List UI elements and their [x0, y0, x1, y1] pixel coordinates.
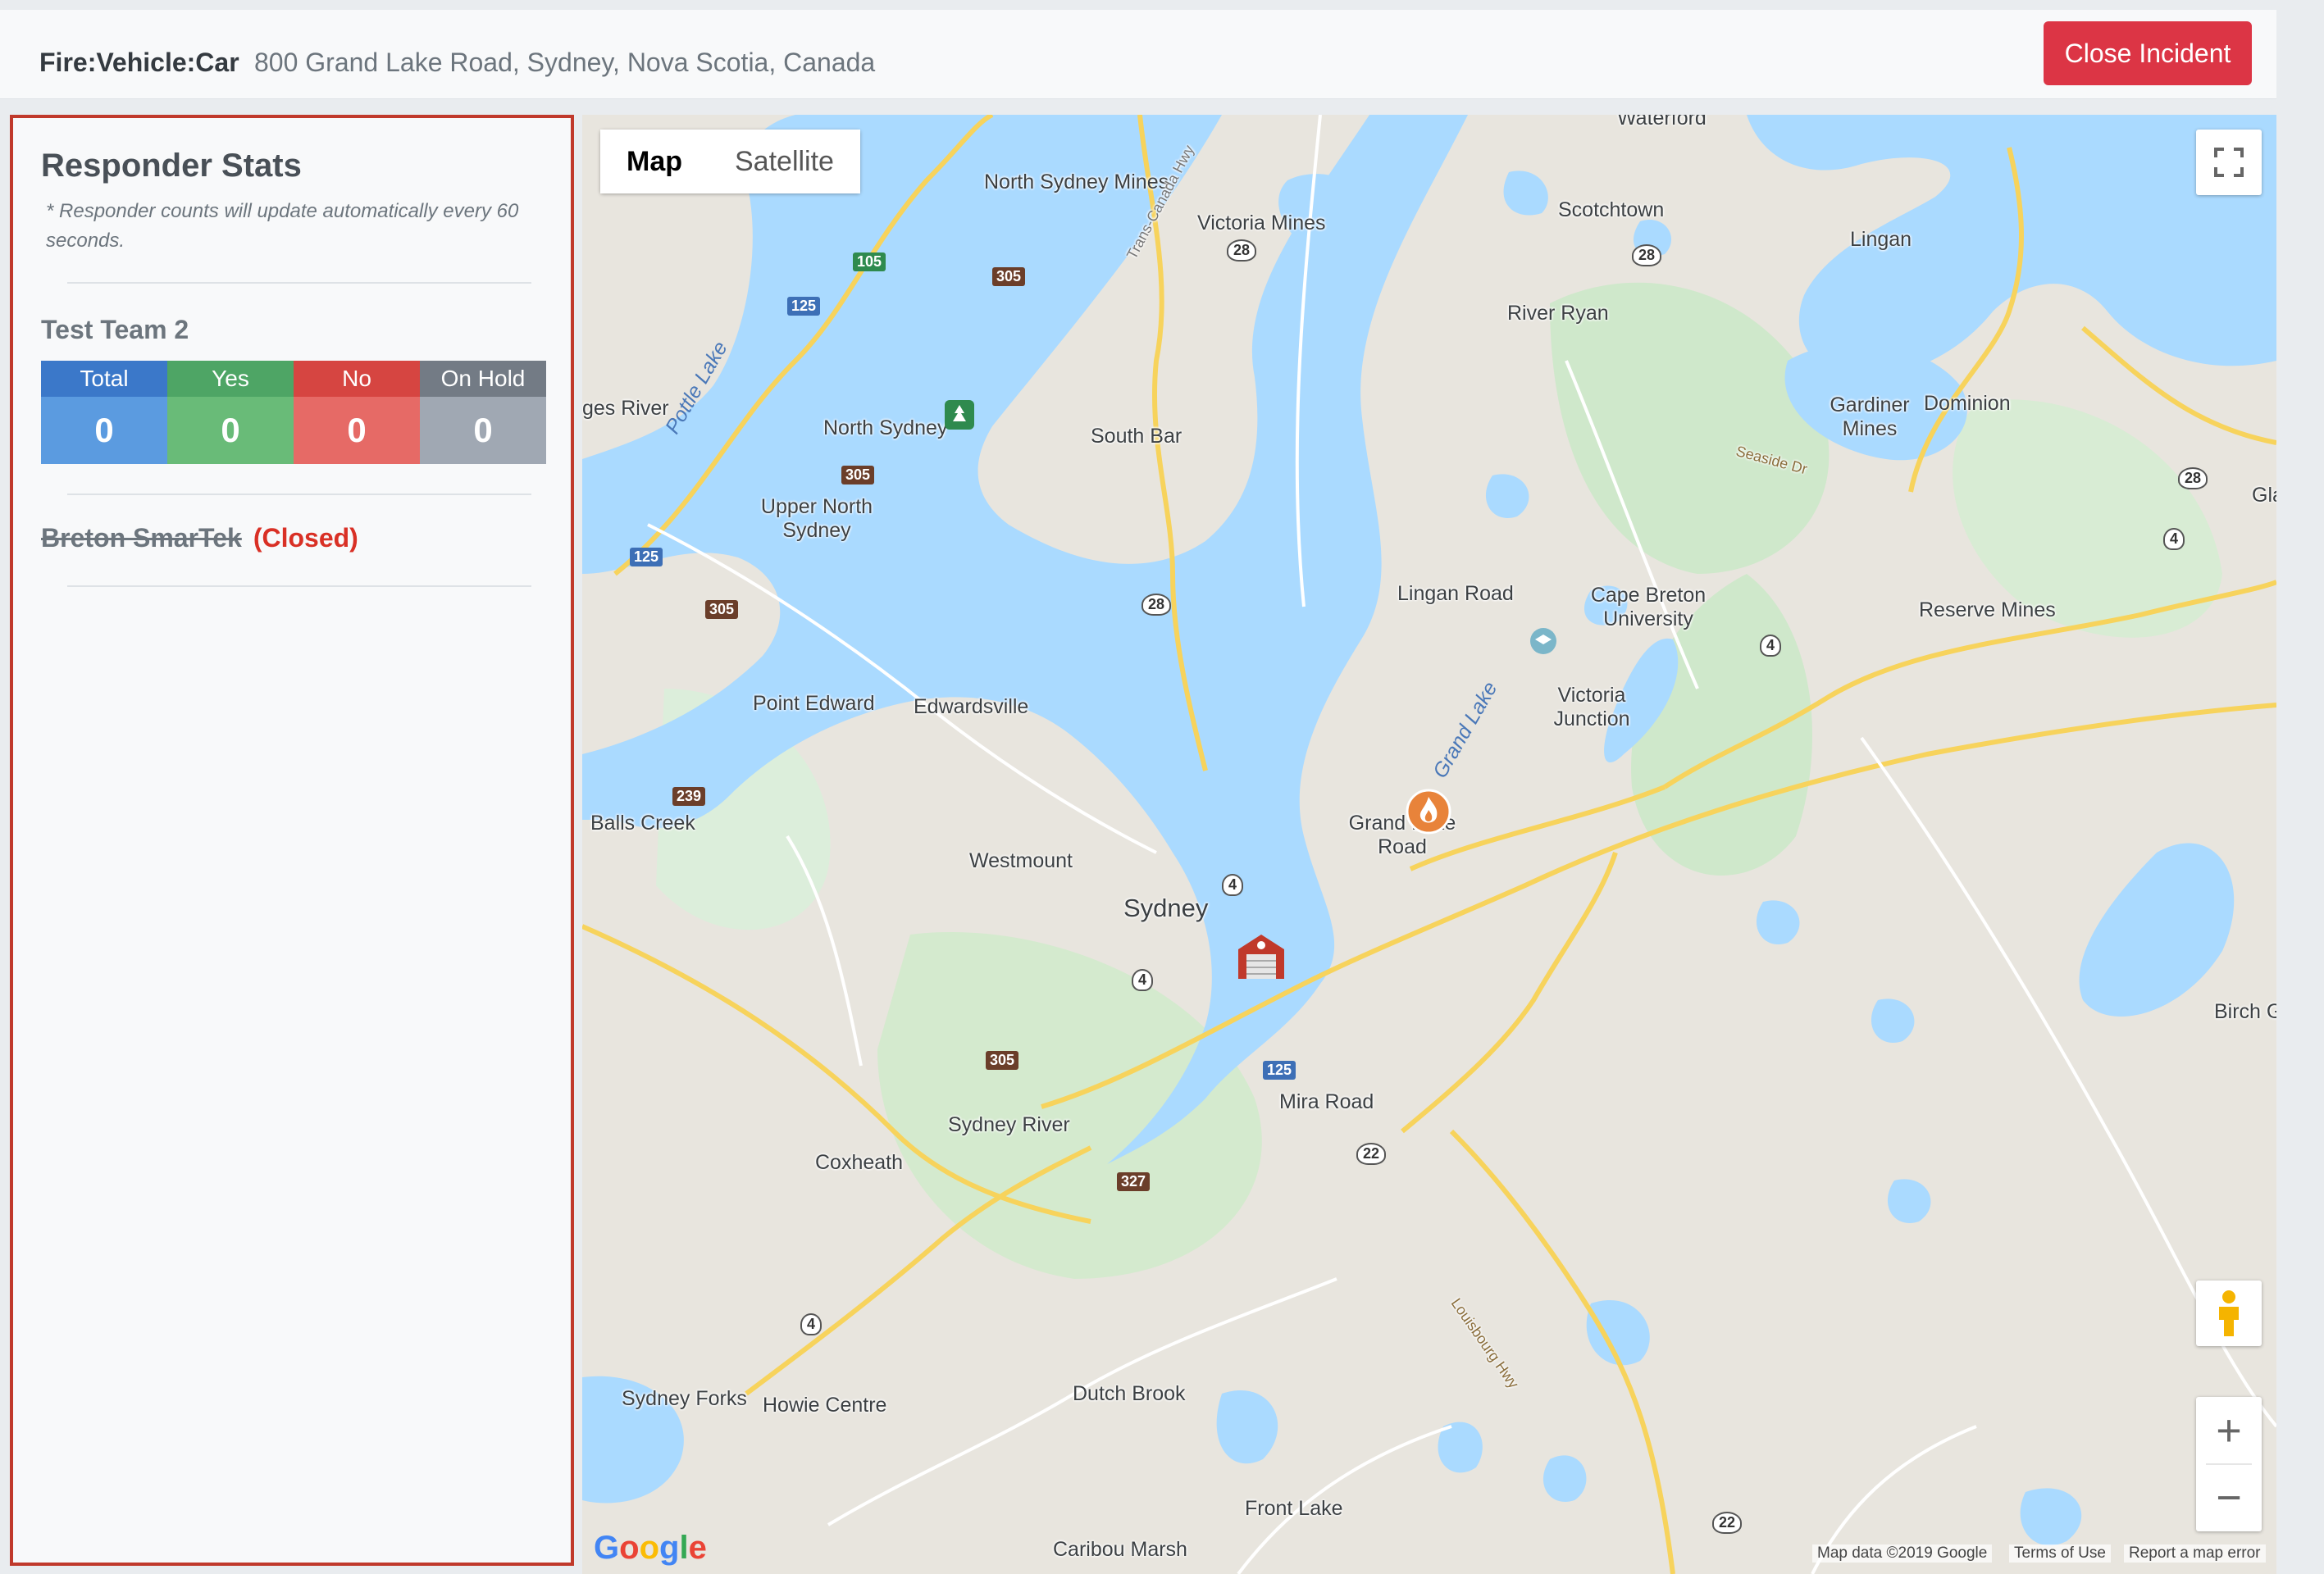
map-type-satellite-button[interactable]: Satellite [709, 130, 860, 193]
place-label: River Ryan [1507, 302, 1609, 325]
place-label: Sydney Forks [622, 1387, 747, 1410]
stat-on-hold: On Hold 0 [420, 361, 546, 464]
place-label: Cape Breton University [1590, 584, 1707, 630]
route-shield: 22 [1712, 1512, 1743, 1534]
street-view-pegman[interactable] [2196, 1281, 2262, 1346]
route-shield: 305 [705, 600, 739, 619]
stat-value: 0 [167, 397, 294, 464]
place-label: Howie Centre [763, 1394, 887, 1417]
place-label: Lingan Road [1397, 582, 1514, 605]
fullscreen-icon [2214, 148, 2244, 177]
route-shield: 105 [853, 252, 886, 271]
place-label: Dominion [1924, 392, 2011, 415]
place-label: Westmount [969, 849, 1073, 872]
stat-label: On Hold [420, 361, 546, 397]
place-label: Caribou Marsh [1053, 1538, 1187, 1561]
route-shield: 28 [1227, 239, 1257, 262]
place-label: Reserve Mines [1919, 598, 2056, 621]
google-logo: Google [594, 1530, 707, 1566]
place-label: Balls Creek [590, 812, 695, 835]
fullscreen-button[interactable] [2196, 130, 2262, 195]
place-label: Scotchtown [1558, 198, 1665, 221]
route-shield: 28 [2178, 467, 2208, 489]
stat-label: Total [41, 361, 167, 397]
divider [2206, 1463, 2252, 1465]
route-shield: 4 [1132, 969, 1154, 991]
place-label: Gardiner Mines [1830, 394, 1910, 440]
incident-type: Fire:Vehicle:Car [39, 48, 239, 77]
stat-yes: Yes 0 [167, 361, 294, 464]
place-label: Dutch Brook [1073, 1382, 1186, 1405]
place-label: Gla [2252, 484, 2276, 507]
incident-map[interactable]: Waterford North Sydney Mines Victoria Mi… [582, 115, 2276, 1574]
route-shield: 125 [1263, 1061, 1296, 1080]
route-shield: 4 [800, 1313, 823, 1335]
place-label: Lingan [1850, 228, 1912, 251]
place-label: Victoria Mines [1197, 212, 1326, 234]
stat-total: Total 0 [41, 361, 167, 464]
responder-stats-panel: Responder Stats * Responder counts will … [10, 115, 574, 1566]
route-shield: 125 [630, 548, 663, 566]
zoom-out-button[interactable]: − [2196, 1464, 2262, 1531]
zoom-in-button[interactable]: + [2196, 1397, 2262, 1464]
place-label: North Sydney [823, 416, 948, 439]
map-type-map-button[interactable]: Map [600, 130, 709, 193]
place-label: Front Lake [1245, 1497, 1343, 1520]
place-label: Edwardsville [914, 695, 1029, 718]
map-type-control: Map Satellite [600, 130, 860, 193]
map-data-attribution: Map data ©2019 Google [1812, 1544, 1993, 1563]
place-label: Coxheath [815, 1151, 904, 1174]
fire-incident-marker-icon[interactable] [1406, 789, 1451, 841]
route-shield: 22 [1356, 1143, 1387, 1165]
university-marker-icon [1530, 628, 1556, 654]
pegman-icon [2219, 1290, 2239, 1336]
stat-label: No [294, 361, 420, 397]
team-status: (Closed) [253, 523, 358, 553]
stat-no: No 0 [294, 361, 420, 464]
stat-value: 0 [294, 397, 420, 464]
park-marker-icon [945, 400, 974, 430]
stat-label: Yes [167, 361, 294, 397]
place-label: ges River [582, 397, 669, 420]
route-shield: 28 [1141, 594, 1172, 616]
place-label: Birch G [2214, 1000, 2276, 1023]
stat-value: 0 [420, 397, 546, 464]
route-shield: 305 [992, 267, 1026, 286]
fire-station-marker-icon[interactable] [1235, 930, 1287, 982]
place-label: South Bar [1091, 425, 1183, 448]
incident-header: Fire:Vehicle:Car 800 Grand Lake Road, Sy… [0, 10, 2276, 99]
place-label: Waterford [1617, 115, 1707, 130]
update-note: * Responder counts will update automatic… [46, 200, 519, 252]
terms-of-use-link[interactable]: Terms of Use [2009, 1544, 2111, 1563]
zoom-control: + − [2196, 1397, 2262, 1531]
panel-title: Responder Stats [41, 148, 302, 184]
place-label: Upper North Sydney [760, 495, 873, 542]
team-stats-table: Total 0 Yes 0 No 0 On Hold 0 [41, 361, 546, 464]
route-shield: 125 [787, 297, 821, 316]
route-shield: 4 [2163, 528, 2185, 550]
route-shield: 28 [1632, 244, 1662, 266]
place-label: Sydney [1123, 894, 1209, 922]
route-shield: 239 [672, 787, 706, 806]
stat-value: 0 [41, 397, 167, 464]
place-label: Sydney River [948, 1113, 1070, 1136]
route-shield: 4 [1222, 874, 1244, 896]
closed-team: Breton SmarTek (Closed) [41, 523, 358, 553]
place-label: Victoria Junction [1553, 684, 1630, 730]
divider [67, 282, 531, 284]
place-label: North Sydney Mines [984, 171, 1169, 193]
report-map-error-link[interactable]: Report a map error [2124, 1544, 2266, 1563]
incident-address: 800 Grand Lake Road, Sydney, Nova Scotia… [254, 48, 876, 77]
route-shield: 327 [1117, 1172, 1151, 1191]
route-shield: 4 [1760, 635, 1782, 657]
place-label: Point Edward [753, 692, 875, 715]
divider [67, 494, 531, 495]
place-label: Mira Road [1279, 1090, 1374, 1113]
close-incident-button[interactable]: Close Incident [2044, 21, 2252, 85]
divider [67, 585, 531, 587]
team-name: Breton SmarTek [41, 523, 242, 553]
route-shield: 305 [986, 1051, 1019, 1070]
route-shield: 305 [841, 466, 875, 484]
team-name: Test Team 2 [41, 315, 189, 344]
